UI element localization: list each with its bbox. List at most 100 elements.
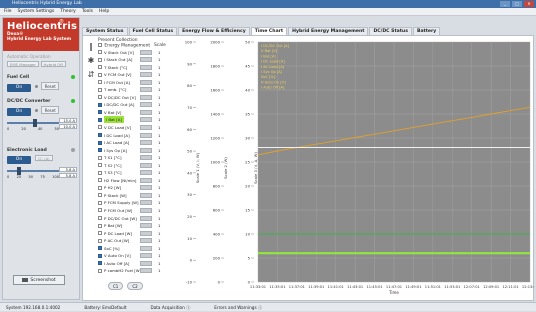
parameter-checkbox[interactable]: [98, 125, 102, 130]
color-swatch[interactable]: [140, 170, 152, 176]
parameter-checkbox[interactable]: [98, 155, 102, 160]
color-swatch[interactable]: [140, 207, 152, 213]
parameter-row[interactable]: P DC/DC Out [W] 1: [98, 215, 178, 223]
scale-selector[interactable]: 1: [158, 101, 160, 108]
scale-selector[interactable]: 1: [158, 154, 160, 161]
parameter-row[interactable]: P DC Load [W] 1: [98, 230, 178, 238]
parameter-row[interactable]: T S1 [°C] 1: [98, 154, 178, 162]
parameter-row[interactable]: I Stack Out [A] 1: [98, 56, 178, 64]
dcdc-on-button[interactable]: On: [7, 108, 31, 116]
scale-selector[interactable]: 1: [158, 230, 160, 237]
parameter-row[interactable]: I FCM Out [A] 1: [98, 79, 178, 87]
parameter-checkbox[interactable]: [98, 87, 102, 92]
scale-selector[interactable]: 1: [158, 71, 160, 78]
parameter-row[interactable]: P combH2 Fuel [W] 1: [98, 267, 178, 275]
color-swatch[interactable]: [140, 117, 152, 123]
parameter-row[interactable]: V Bat [V] 1: [98, 109, 178, 117]
parameter-row[interactable]: P Bat [W] 1: [98, 222, 178, 230]
fuel-cell-reset-button[interactable]: Reset: [41, 82, 60, 90]
scale-selector[interactable]: 1: [158, 124, 160, 131]
pause-icon[interactable]: ‖: [86, 40, 96, 54]
select-all-checkbox[interactable]: [98, 43, 102, 47]
parameter-row[interactable]: T S2 [°C] 1: [98, 162, 178, 170]
parameter-checkbox[interactable]: [98, 148, 102, 153]
parameter-checkbox[interactable]: [98, 193, 102, 198]
parameter-row[interactable]: V Stack Out [V] 1: [98, 49, 178, 57]
ems-manager-button[interactable]: EMS Manager: [7, 61, 39, 67]
scale-selector[interactable]: 1: [158, 215, 160, 222]
parameter-checkbox[interactable]: [98, 200, 102, 205]
color-swatch[interactable]: [140, 177, 152, 183]
parameter-checkbox[interactable]: [98, 140, 102, 145]
color-swatch[interactable]: [140, 57, 152, 63]
minimize-button[interactable]: _: [500, 1, 510, 7]
parameter-checkbox[interactable]: [98, 223, 102, 228]
cursor-icon[interactable]: ✱: [86, 54, 96, 68]
eload-mode-select[interactable]: CC (A): [34, 155, 53, 161]
close-button[interactable]: ✕: [524, 1, 534, 7]
scale-selector[interactable]: 1: [158, 252, 160, 259]
color-swatch[interactable]: [140, 64, 152, 70]
parameter-row[interactable]: P FCM Out [W] 1: [98, 207, 178, 215]
scale-selector[interactable]: 1: [158, 184, 160, 191]
scale-selector[interactable]: 1: [158, 162, 160, 169]
scale-selector[interactable]: 1: [158, 132, 160, 139]
parameter-row[interactable]: I Sys Op [A] 1: [98, 147, 178, 155]
scale-selector[interactable]: 1: [158, 169, 160, 176]
scale-selector[interactable]: 1: [158, 147, 160, 154]
parameter-checkbox[interactable]: [98, 57, 102, 62]
parameter-checkbox[interactable]: [98, 102, 102, 107]
parameter-checkbox[interactable]: [98, 208, 102, 213]
color-swatch[interactable]: [140, 94, 152, 100]
color-swatch[interactable]: [140, 215, 152, 221]
parameter-row[interactable]: V Auto On [V] 1: [98, 252, 178, 260]
color-swatch[interactable]: [140, 155, 152, 161]
color-swatch[interactable]: [140, 200, 152, 206]
parameter-row[interactable]: H2 Flow [Nl/min] 1: [98, 177, 178, 185]
fuel-cell-on-button[interactable]: On: [7, 84, 31, 92]
parameter-checkbox[interactable]: [98, 185, 102, 190]
parameter-row[interactable]: V DC/DC Out [V] 1: [98, 94, 178, 102]
scale-selector[interactable]: 1: [158, 199, 160, 206]
parameter-checkbox[interactable]: [98, 72, 102, 77]
parameter-row[interactable]: I Bat [A] 1: [98, 116, 178, 124]
color-swatch[interactable]: [140, 109, 152, 115]
color-swatch[interactable]: [140, 79, 152, 85]
color-swatch[interactable]: [140, 230, 152, 236]
dcdc-reset-button[interactable]: Reset: [41, 106, 60, 114]
collection-c1-button[interactable]: C1: [108, 282, 124, 290]
slider-thumb[interactable]: [16, 167, 21, 175]
status-errors[interactable]: Errors and Warnings ⓘ: [214, 303, 262, 311]
eload-on-button[interactable]: On: [7, 156, 31, 164]
parameter-row[interactable]: I Auto Off [A] 1: [98, 260, 178, 268]
scale-selector[interactable]: 1: [158, 56, 160, 63]
color-swatch[interactable]: [140, 147, 152, 153]
color-swatch[interactable]: [140, 245, 152, 251]
parameter-checkbox[interactable]: [98, 95, 102, 100]
color-swatch[interactable]: [140, 162, 152, 168]
scale-selector[interactable]: 1: [158, 49, 160, 56]
parameter-row[interactable]: V FCM Out [V] 1: [98, 71, 178, 79]
parameter-checkbox[interactable]: [98, 170, 102, 175]
screenshot-button[interactable]: Screenshot: [13, 275, 65, 285]
parameter-checkbox[interactable]: [98, 65, 102, 70]
color-swatch[interactable]: [140, 223, 152, 229]
color-swatch[interactable]: [140, 140, 152, 146]
parameter-checkbox[interactable]: [98, 238, 102, 243]
maximize-button[interactable]: □: [512, 1, 522, 7]
color-swatch[interactable]: [140, 192, 152, 198]
parameter-row[interactable]: P H2 [W] 1: [98, 184, 178, 192]
parameter-row[interactable]: T Stack [°C] 1: [98, 64, 178, 72]
scale-selector[interactable]: 1: [158, 207, 160, 214]
parameter-checkbox[interactable]: [98, 133, 102, 138]
parameter-checkbox[interactable]: [98, 80, 102, 85]
menu-file[interactable]: File: [4, 8, 12, 15]
scale-selector[interactable]: 1: [158, 109, 160, 116]
color-swatch[interactable]: [140, 253, 152, 259]
parameter-checkbox[interactable]: [98, 110, 102, 115]
scale-selector[interactable]: 1: [158, 260, 160, 267]
scale-selector[interactable]: 1: [158, 139, 160, 146]
parameter-checkbox[interactable]: [98, 50, 102, 54]
scale-selector[interactable]: 1: [158, 116, 160, 123]
parameter-checkbox[interactable]: [98, 246, 102, 251]
